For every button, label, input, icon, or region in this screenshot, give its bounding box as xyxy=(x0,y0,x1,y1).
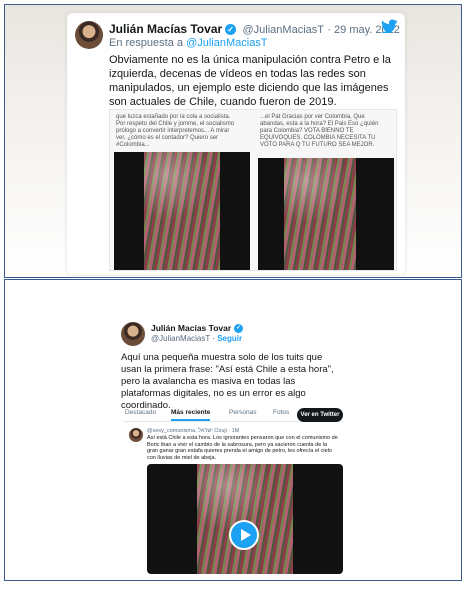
reply-prefix: En respuesta a xyxy=(109,37,183,49)
twitter-bird-icon[interactable] xyxy=(381,19,397,33)
tweet-media[interactable]: que luzca estañado por la cola a sociali… xyxy=(109,109,397,271)
tweet-card: Julián Macías Tovar ✓ @JulianMaciasT · 29… xyxy=(67,13,405,275)
screenshot-panel-1: Julián Macías Tovar ✓ @JulianMaciasT · 29… xyxy=(4,4,462,278)
follow-button[interactable]: Seguir xyxy=(217,334,242,343)
tab-mas-reciente[interactable]: Más reciente xyxy=(171,409,211,421)
avatar[interactable] xyxy=(75,21,103,49)
embed-video[interactable] xyxy=(147,464,343,574)
tab-destacado[interactable]: Destacado xyxy=(125,409,156,416)
author-line: Julián Macías Tovar ✓ xyxy=(151,323,244,334)
verified-icon: ✓ xyxy=(225,24,237,36)
tweet-body: Obviamente no es la única manipulación c… xyxy=(109,54,391,108)
view-on-twitter-button[interactable]: Ver en Twitter xyxy=(297,408,343,422)
crowd-image xyxy=(144,152,220,270)
screenshot-panel-2: Julián Macías Tovar ✓ @JulianMaciasT · Se… xyxy=(4,279,462,581)
embed-author[interactable]: @sexy_comunisma, ישראל Ozuji · 1M xyxy=(147,428,337,435)
tab-fotos[interactable]: Fotos xyxy=(273,409,289,416)
author-handle[interactable]: @JulianMaciasT xyxy=(243,24,324,36)
right-media-caption: ...el Pat Gracias por ver Colombia, Que … xyxy=(260,114,379,148)
right-video[interactable] xyxy=(258,158,394,270)
embed-avatar[interactable] xyxy=(129,428,143,442)
handle-line: @JulianMaciasT · Seguir xyxy=(151,334,243,343)
tab-personas[interactable]: Personas xyxy=(229,409,256,416)
tweet-card: Julián Macías Tovar ✓ @JulianMaciasT · Se… xyxy=(111,288,347,576)
left-media-caption: que luzca estañado por la cola a sociali… xyxy=(116,114,235,148)
crowd-image xyxy=(197,464,293,574)
author-line: Julián Macías Tovar ✓ @JulianMaciasT · 29… xyxy=(109,22,400,36)
left-video[interactable] xyxy=(114,152,250,270)
reply-handle-link[interactable]: @JulianMaciasT xyxy=(186,37,267,49)
embed-text: Así está Chile a esta hora. Los ignorant… xyxy=(147,435,338,461)
avatar[interactable] xyxy=(121,322,145,346)
tweet-body: Aquí una pequeña muestra solo de los tui… xyxy=(121,352,334,411)
play-icon[interactable] xyxy=(229,520,259,550)
author-handle[interactable]: @JulianMaciasT xyxy=(151,334,210,343)
crowd-image xyxy=(284,158,356,270)
author-name[interactable]: Julián Macías Tovar xyxy=(151,323,231,333)
verified-icon: ✓ xyxy=(234,324,244,334)
reply-context: En respuesta a @JulianMaciasT xyxy=(109,37,268,49)
author-name[interactable]: Julián Macías Tovar xyxy=(109,22,222,36)
